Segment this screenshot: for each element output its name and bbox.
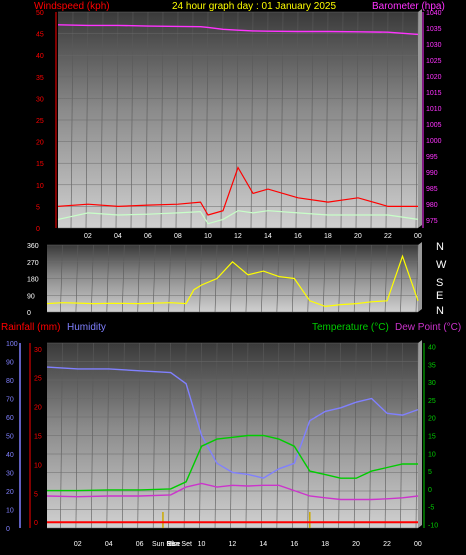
climate-x-tick-label: 22 [383,541,391,548]
temperature-tick-label: -5 [428,505,434,512]
humidity-axis-label: Humidity [67,322,106,333]
wind-x-tick-label: 18 [324,233,332,240]
compass-north-bottom-label: N [436,305,444,317]
windspeed-axis-label: Windspeed (kph) [34,1,110,12]
windspeed-tick-label: 20 [36,140,44,147]
barometer-tick-label: 1010 [426,106,442,113]
temperature-tick-label: 5 [428,469,432,476]
temperature-tick-label: -10 [428,522,438,529]
climate-x-tick-label: 14 [259,541,267,548]
climate-x-tick-label: 04 [105,541,113,548]
climate-x-tick-label: 16 [290,541,298,548]
humidity-tick-label: 50 [6,434,14,441]
direction-tick-label: 180 [27,277,39,284]
humidity-tick-label: 0 [6,526,10,533]
compass-east-label: E [436,290,443,302]
dewpoint-axis-label: Dew Point (°C) [395,322,461,333]
windspeed-tick-label: 5 [36,204,40,211]
wind-x-tick-label: 02 [84,233,92,240]
climate-x-tick-label: 20 [352,541,360,548]
climate-x-tick-label: 06 [136,541,144,548]
rainfall-tick-label: 30 [34,347,42,354]
windspeed-tick-label: 30 [36,96,44,103]
direction-tick-label: 360 [27,243,39,250]
climate-x-tick-label: 00 [414,541,422,548]
rainfall-tick-label: 5 [34,491,38,498]
windspeed-tick-label: 45 [36,32,44,39]
barometer-tick-label: 990 [426,170,438,177]
barometer-tick-label: 975 [426,218,438,225]
barometer-tick-label: 1005 [426,122,442,129]
temperature-tick-label: 15 [428,434,436,441]
weather-graph: 0 5 10 15 20 25 30 35 40 45 50 975 980 985 990 995 1000 1… [0,0,466,555]
compass-north-label: N [436,241,444,253]
windspeed-tick-label: 40 [36,53,44,60]
rainfall-tick-label: 15 [34,434,42,441]
sun-set-label: Sun Set [167,541,192,548]
wind-x-tick-label: 08 [174,233,182,240]
wind-x-tick-label: 12 [234,233,242,240]
rainfall-tick-label: 25 [34,376,42,383]
rainfall-tick-label: 20 [34,405,42,412]
temperature-tick-label: 10 [428,451,436,458]
climate-x-tick-label: 02 [74,541,82,548]
temperature-tick-label: 35 [428,362,436,369]
humidity-tick-label: 60 [6,415,14,422]
humidity-tick-label: 10 [6,508,14,515]
wind-x-tick-label: 10 [204,233,212,240]
rainfall-tick-label: 10 [34,462,42,469]
compass-west-label: W [436,259,447,271]
humidity-tick-label: 30 [6,471,14,478]
direction-panel-bg-side [418,242,422,312]
temperature-tick-label: 30 [428,380,436,387]
barometer-tick-label: 1020 [426,74,442,81]
chart-title: 24 hour graph day : 01 January 2025 [172,1,336,12]
barometer-tick-label: 1025 [426,58,442,65]
windspeed-tick-label: 35 [36,75,44,82]
rainfall-axis-label: Rainfall (mm) [1,322,60,333]
rainfall-tick-label: 0 [34,520,38,527]
barometer-tick-label: 985 [426,186,438,193]
temperature-tick-label: 25 [428,398,436,405]
windspeed-tick-label: 0 [36,226,40,233]
wind-x-tick-label: 00 [414,233,422,240]
temperature-tick-label: 0 [428,487,432,494]
barometer-tick-label: 1030 [426,42,442,49]
barometer-tick-label: 995 [426,154,438,161]
windspeed-tick-label: 25 [36,118,44,125]
wind-x-tick-label: 22 [384,233,392,240]
temperature-axis-label: Temperature (°C) [312,322,389,333]
wind-x-tick-label: 04 [114,233,122,240]
barometer-tick-label: 1015 [426,90,442,97]
barometer-tick-label: 980 [426,202,438,209]
direction-tick-label: 270 [27,260,39,267]
wind-panel-bg-side [418,9,422,228]
wind-x-tick-label: 06 [144,233,152,240]
direction-tick-label: 0 [27,310,31,317]
climate-panel-bg-side [418,340,422,528]
windspeed-tick-label: 15 [36,161,44,168]
climate-x-tick-label: 18 [321,541,329,548]
barometer-axis-label: Barometer (hpa) [372,1,445,12]
wind-x-tick-label: 16 [294,233,302,240]
barometer-tick-label: 1035 [426,26,442,33]
humidity-tick-label: 80 [6,378,14,385]
temperature-tick-label: 20 [428,416,436,423]
humidity-tick-label: 70 [6,397,14,404]
humidity-tick-label: 20 [6,489,14,496]
barometer-tick-label: 1000 [426,138,442,145]
compass-south-label: S [436,277,443,289]
direction-tick-label: 90 [27,293,35,300]
wind-x-tick-label: 14 [264,233,272,240]
humidity-tick-label: 100 [6,341,18,348]
humidity-tick-label: 90 [6,360,14,367]
climate-x-tick-label: 10 [198,541,206,548]
humidity-tick-label: 40 [6,452,14,459]
windspeed-tick-label: 10 [36,183,44,190]
climate-x-tick-label: 12 [229,541,237,548]
weather-chart-svg: 0510152025303540455097598098599099510001… [1,1,461,548]
temperature-tick-label: 40 [428,345,436,352]
wind-x-tick-label: 20 [354,233,362,240]
